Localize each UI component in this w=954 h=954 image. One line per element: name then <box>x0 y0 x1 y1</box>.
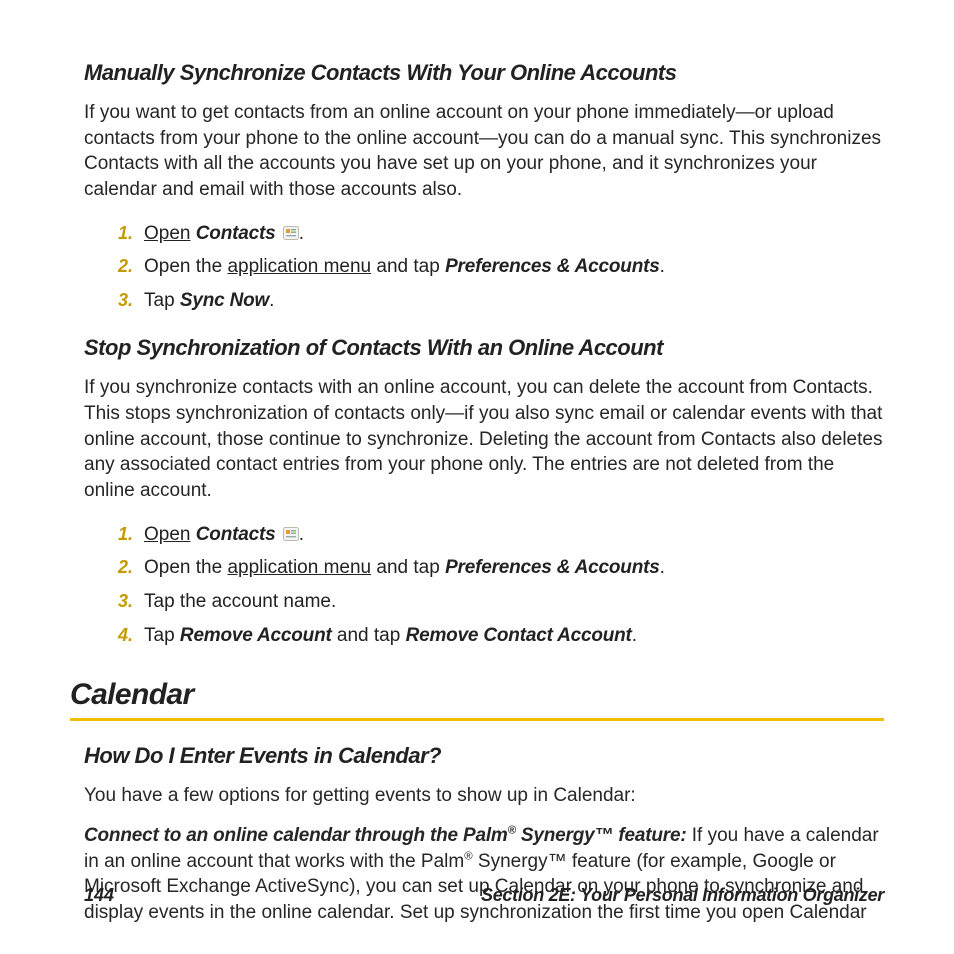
step-item: Tap Sync Now. <box>118 284 884 318</box>
step-item: Open the application menu and tap Prefer… <box>118 250 884 284</box>
step-text: . <box>632 625 637 646</box>
footer-section-label: Section 2E: Your Personal Information Or… <box>481 885 884 906</box>
step-text: . <box>269 290 274 311</box>
step-item: Tap Remove Account and tap Remove Contac… <box>118 619 884 653</box>
step-text: Tap <box>144 625 180 646</box>
app-name-contacts: Contacts <box>196 524 276 545</box>
heading-stop-sync: Stop Synchronization of Contacts With an… <box>84 335 884 361</box>
step-text: and tap <box>371 557 445 578</box>
para-calendar-synergy: Connect to an online calendar through th… <box>84 823 884 926</box>
step-item: Open Contacts . <box>118 518 884 552</box>
step-text: . <box>660 557 665 578</box>
ui-label: Preferences & Accounts <box>445 557 660 578</box>
para-stop-sync: If you synchronize contacts with an onli… <box>84 375 884 503</box>
step-text: and tap <box>332 625 406 646</box>
ui-label: Sync Now <box>180 290 269 311</box>
step-item: Tap the account name. <box>118 585 884 619</box>
contacts-app-icon <box>283 226 299 240</box>
steps-stop-sync: Open Contacts . Open the application men… <box>84 518 884 653</box>
reg-mark: ® <box>464 850 472 862</box>
step-item: Open the application menu and tap Prefer… <box>118 551 884 585</box>
step-text: Tap <box>144 290 180 311</box>
open-link[interactable]: Open <box>144 223 190 244</box>
step-item: Open Contacts . <box>118 217 884 251</box>
heading-enter-events: How Do I Enter Events in Calendar? <box>84 743 884 769</box>
step-text: Open the <box>144 256 227 277</box>
open-link[interactable]: Open <box>144 524 190 545</box>
step-text: . <box>299 524 304 545</box>
para-manual-sync: If you want to get contacts from an onli… <box>84 100 884 203</box>
ui-label: Remove Account <box>180 625 332 646</box>
section-divider <box>70 718 884 721</box>
step-text: and tap <box>371 256 445 277</box>
ui-label: Remove Contact Account <box>406 625 632 646</box>
application-menu-link[interactable]: application menu <box>227 256 371 277</box>
contacts-app-icon <box>283 527 299 541</box>
step-text: Tap the account name. <box>144 591 336 612</box>
step-text: Open the <box>144 557 227 578</box>
step-text: . <box>299 223 304 244</box>
application-menu-link[interactable]: application menu <box>227 557 371 578</box>
section-title-calendar: Calendar <box>70 678 884 712</box>
manual-page: Manually Synchronize Contacts With Your … <box>0 0 954 954</box>
ui-label: Preferences & Accounts <box>445 256 660 277</box>
page-footer: 144 Section 2E: Your Personal Informatio… <box>84 885 884 906</box>
lead-in-label: Connect to an online calendar through th… <box>84 825 686 846</box>
step-text: . <box>660 256 665 277</box>
para-calendar-intro: You have a few options for getting event… <box>84 783 884 809</box>
heading-manual-sync: Manually Synchronize Contacts With Your … <box>84 60 884 86</box>
steps-manual-sync: Open Contacts . Open the application men… <box>84 217 884 318</box>
app-name-contacts: Contacts <box>196 223 276 244</box>
page-number: 144 <box>84 885 114 906</box>
